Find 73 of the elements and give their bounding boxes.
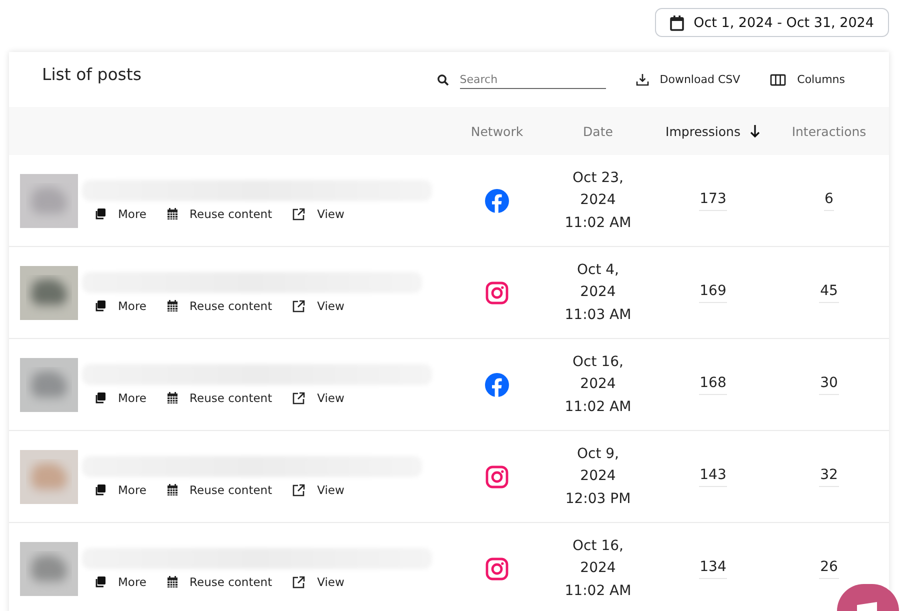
interactions-value: 26 <box>819 559 839 579</box>
calendar-icon <box>166 392 178 404</box>
interactions-value: 32 <box>819 467 839 487</box>
calendar-icon <box>166 208 178 220</box>
view-button[interactable]: View <box>292 481 344 499</box>
date-text: Oct 16, <box>572 352 624 372</box>
facebook-icon <box>485 188 509 212</box>
impressions-value: 169 <box>698 283 728 303</box>
copy-icon <box>94 576 106 588</box>
calendar-icon <box>166 484 178 496</box>
copy-icon <box>94 484 106 496</box>
instagram-icon <box>485 464 509 488</box>
sort-down-icon <box>750 124 760 138</box>
column-header[interactable]: Interactions <box>774 124 884 138</box>
date-text: 11:02 AM <box>564 214 632 233</box>
more-button[interactable]: More <box>94 205 147 223</box>
download-button[interactable]: Download CSV <box>628 73 740 86</box>
external-link-icon <box>292 484 306 496</box>
date-text: 11:02 AM <box>564 582 632 601</box>
view-button[interactable]: View <box>292 573 344 591</box>
impressions-value: 168 <box>698 375 728 395</box>
instagram-icon <box>485 280 509 304</box>
external-link-icon <box>292 576 306 588</box>
date-text: 2024 <box>580 375 616 394</box>
impressions-value: 134 <box>698 559 728 579</box>
date-text: Oct 23, <box>572 168 624 188</box>
view-button[interactable]: View <box>292 297 344 315</box>
external-link-icon <box>292 392 306 404</box>
interactions-value: 30 <box>819 375 839 395</box>
reuse-content-button[interactable]: Reuse content <box>166 573 272 591</box>
impressions-value: 173 <box>698 191 728 211</box>
external-link-icon <box>292 300 306 312</box>
external-link-icon <box>292 208 306 220</box>
date-text: Oct 16, <box>572 536 624 556</box>
card-title: List of posts <box>42 65 142 84</box>
copy-icon <box>94 392 106 404</box>
more-button[interactable]: More <box>94 389 147 407</box>
interactions-value: 6 <box>824 191 834 211</box>
columns-icon <box>770 74 786 86</box>
facebook-icon <box>485 372 509 396</box>
date-text: 2024 <box>580 191 616 210</box>
calendar-icon <box>670 14 684 30</box>
more-button[interactable]: More <box>94 481 147 499</box>
column-header[interactable]: Date <box>544 124 652 138</box>
date-text: 2024 <box>580 467 616 486</box>
search-icon <box>436 74 449 86</box>
date-text: 2024 <box>580 283 616 302</box>
view-button[interactable]: View <box>292 205 344 223</box>
copy-icon <box>94 208 106 220</box>
impressions-value: 143 <box>698 467 728 487</box>
column-header[interactable]: Network <box>450 124 544 138</box>
calendar-icon <box>166 300 178 312</box>
date-text: 12:03 PM <box>565 490 631 509</box>
interactions-value: 45 <box>819 283 839 303</box>
date-text: 11:02 AM <box>564 398 632 417</box>
date-text: 2024 <box>580 559 616 578</box>
columns-button[interactable]: Columns <box>762 73 845 86</box>
more-button[interactable]: More <box>94 297 147 315</box>
date-range-button[interactable]: Oct 1, 2024 - Oct 31, 2024 <box>654 8 889 37</box>
date-text: Oct 9, <box>576 444 619 464</box>
calendar-icon <box>166 576 178 588</box>
more-button[interactable]: More <box>94 573 147 591</box>
date-text: Oct 4, <box>576 260 619 280</box>
reuse-content-button[interactable]: Reuse content <box>166 205 272 223</box>
date-text: 11:03 AM <box>564 306 632 325</box>
reuse-content-button[interactable]: Reuse content <box>166 481 272 499</box>
instagram-icon <box>485 556 509 580</box>
copy-icon <box>94 300 106 312</box>
download-icon <box>636 73 649 86</box>
view-button[interactable]: View <box>292 389 344 407</box>
reuse-content-button[interactable]: Reuse content <box>166 297 272 315</box>
column-header[interactable]: Impressions <box>652 124 774 138</box>
reuse-content-button[interactable]: Reuse content <box>166 389 272 407</box>
